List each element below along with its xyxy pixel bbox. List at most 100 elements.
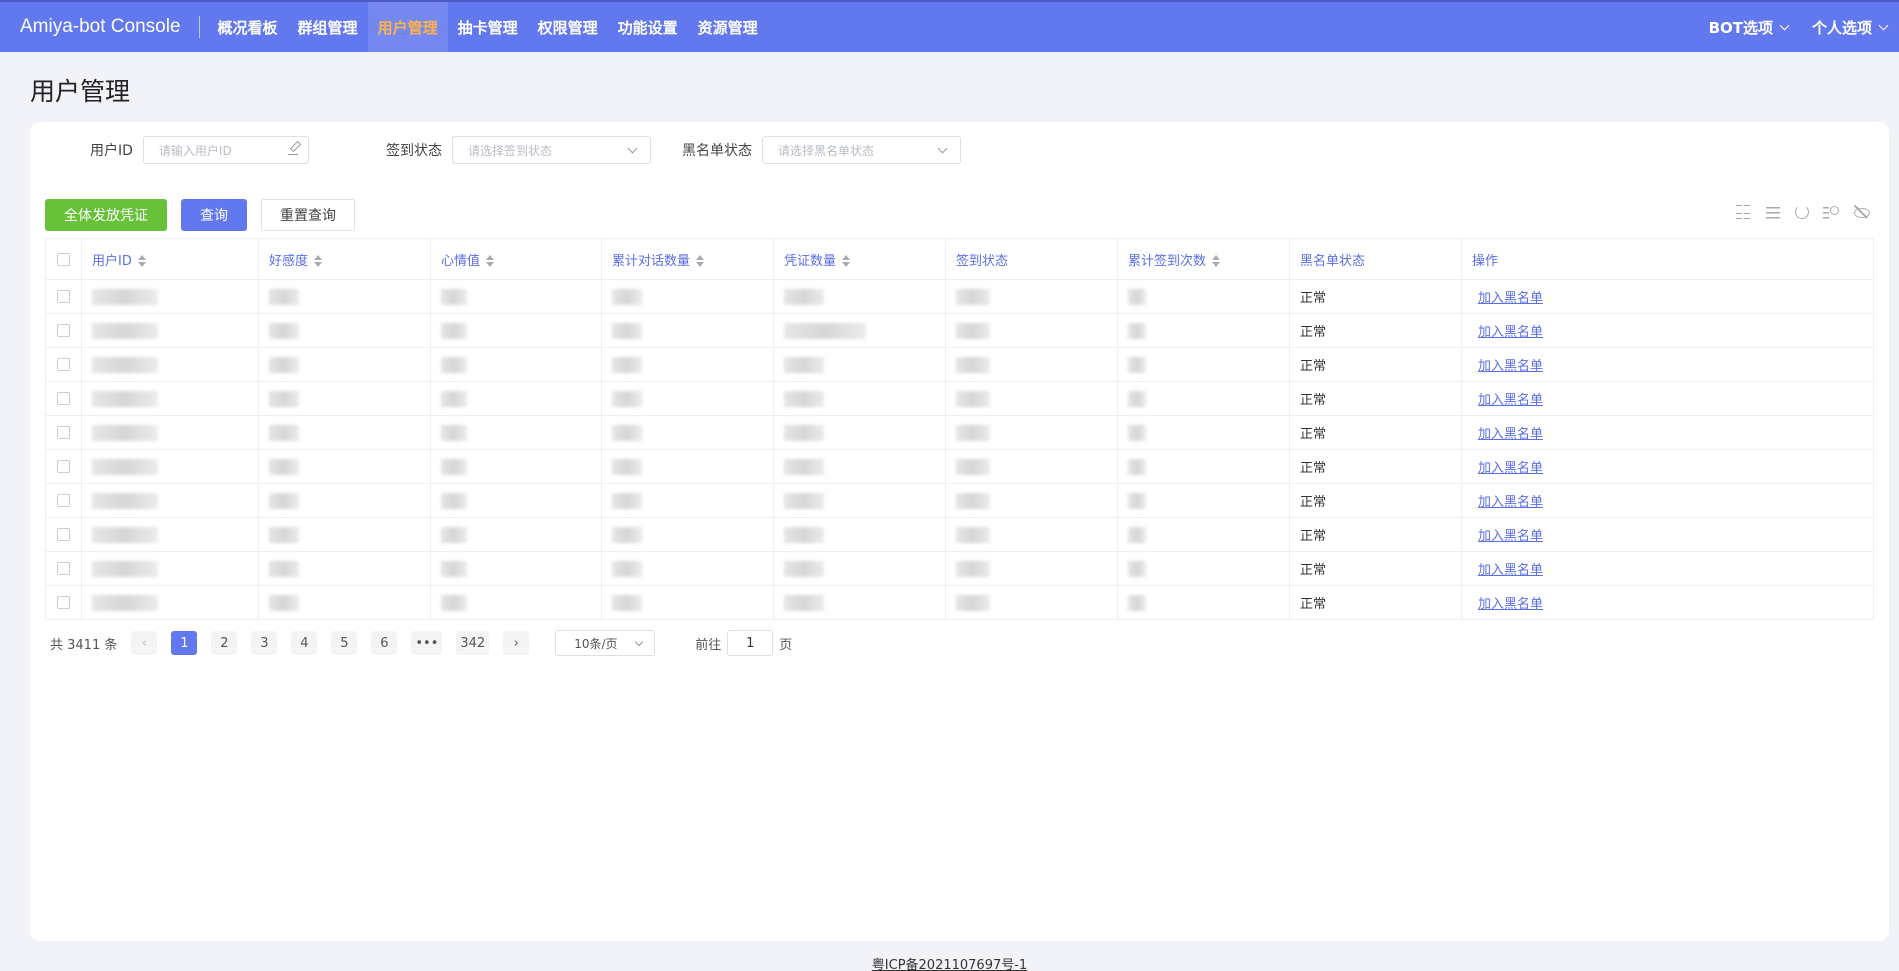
sort-icon[interactable]: [1212, 255, 1221, 267]
user-id-input[interactable]: 请输入用户ID: [142, 136, 309, 164]
nav-item-5[interactable]: 功能设置: [608, 2, 688, 52]
refresh-icon[interactable]: [1795, 205, 1809, 219]
hide-columns-icon[interactable]: [1853, 204, 1870, 220]
redacted-cell: [258, 517, 431, 552]
redacted-cell: [258, 449, 431, 484]
page-button[interactable]: 4: [291, 631, 318, 655]
nav-item-0[interactable]: 概况看板: [208, 2, 288, 52]
row-checkbox[interactable]: [57, 392, 70, 405]
row-checkbox[interactable]: [57, 460, 70, 473]
col-voucher-count[interactable]: 凭证数量: [773, 238, 946, 280]
sign-status-select[interactable]: 请选择签到状态: [452, 136, 651, 164]
add-to-blacklist-link[interactable]: 加入黑名单: [1478, 291, 1543, 306]
redacted-value: [441, 356, 467, 373]
personal-options-label: 个人选项: [1811, 18, 1872, 37]
blacklist-status-select[interactable]: 请选择黑名单状态: [762, 136, 961, 164]
row-checkbox[interactable]: [57, 528, 70, 541]
page-size-select[interactable]: 10条/页: [555, 630, 656, 656]
add-to-blacklist-link[interactable]: 加入黑名单: [1478, 563, 1543, 578]
redacted-cell: [430, 347, 602, 382]
col-sign-times[interactable]: 累计签到次数: [1117, 238, 1290, 280]
page-button[interactable]: 6: [371, 631, 398, 655]
redacted-cell: [773, 517, 946, 552]
brand-title[interactable]: Amiya-bot Console: [0, 16, 199, 38]
redacted-cell: [601, 381, 774, 416]
row-checkbox[interactable]: [57, 562, 70, 575]
nav-item-3[interactable]: 抽卡管理: [448, 2, 528, 52]
redacted-value: [784, 322, 866, 339]
sort-icon[interactable]: [486, 255, 495, 267]
row-checkbox[interactable]: [57, 596, 70, 609]
redacted-value: [612, 390, 642, 407]
sort-icon[interactable]: [314, 255, 323, 267]
redacted-cell: [81, 279, 259, 314]
redacted-value: [956, 322, 990, 339]
page-button[interactable]: 3: [251, 631, 278, 655]
redacted-value: [441, 424, 467, 441]
redacted-value: [441, 390, 467, 407]
col-sign-status: 签到状态: [945, 238, 1118, 280]
grant-all-voucher-button[interactable]: 全体发放凭证: [45, 199, 167, 231]
col-mood[interactable]: 心情值: [430, 238, 602, 280]
col-user-id[interactable]: 用户ID: [81, 238, 259, 280]
blacklist-status-cell: 正常: [1289, 313, 1462, 348]
page-button[interactable]: 1: [171, 631, 198, 655]
sort-icon[interactable]: [696, 255, 705, 267]
next-page-button[interactable]: ›: [503, 631, 530, 655]
add-to-blacklist-link[interactable]: 加入黑名单: [1478, 427, 1543, 442]
redacted-cell: [258, 551, 431, 586]
grid-view-icon[interactable]: [1735, 204, 1751, 220]
row-checkbox[interactable]: [57, 358, 70, 371]
icp-link[interactable]: 粤ICP备2021107697号-1: [872, 958, 1027, 971]
goto-page-input[interactable]: [727, 630, 774, 656]
redacted-cell: [773, 449, 946, 484]
row-select-cell: [45, 517, 82, 552]
filter-search-icon[interactable]: [1823, 204, 1839, 220]
redacted-cell: [430, 551, 602, 586]
more-pages-button[interactable]: •••: [411, 631, 443, 655]
add-to-blacklist-link[interactable]: 加入黑名单: [1478, 495, 1543, 510]
personal-options-dropdown[interactable]: 个人选项: [1800, 2, 1899, 52]
row-checkbox[interactable]: [57, 494, 70, 507]
redacted-cell: [430, 483, 602, 518]
table-row: 正常 加入黑名单: [45, 381, 1874, 416]
action-cell: 加入黑名单: [1461, 585, 1874, 620]
add-to-blacklist-link[interactable]: 加入黑名单: [1478, 359, 1543, 374]
redacted-value: [92, 458, 158, 475]
add-to-blacklist-link[interactable]: 加入黑名单: [1478, 529, 1543, 544]
sort-icon[interactable]: [842, 255, 851, 267]
row-checkbox[interactable]: [57, 426, 70, 439]
prev-page-button[interactable]: ‹: [131, 631, 158, 655]
table-row: 正常 加入黑名单: [45, 551, 1874, 586]
redacted-cell: [945, 313, 1118, 348]
nav-item-1[interactable]: 群组管理: [288, 2, 368, 52]
select-all-checkbox[interactable]: [57, 252, 70, 266]
reset-query-button[interactable]: 重置查询: [261, 199, 355, 231]
redacted-cell: [430, 279, 602, 314]
page-button[interactable]: 342: [456, 631, 490, 655]
redacted-value: [1128, 356, 1146, 373]
nav-item-6[interactable]: 资源管理: [688, 2, 768, 52]
nav-item-2[interactable]: 用户管理: [367, 2, 448, 52]
col-favor[interactable]: 好感度: [258, 238, 431, 280]
add-to-blacklist-link[interactable]: 加入黑名单: [1478, 325, 1543, 340]
list-view-icon[interactable]: [1765, 204, 1781, 220]
redacted-value: [1128, 322, 1146, 339]
query-button[interactable]: 查询: [181, 199, 247, 231]
bot-options-dropdown[interactable]: BOT选项: [1697, 2, 1800, 52]
pagination: 共 3411 条 ‹ 123456 ••• 342 › 10条/页 前往 页: [50, 630, 792, 656]
sort-icon[interactable]: [137, 255, 146, 267]
redacted-value: [612, 560, 642, 577]
page-button[interactable]: 5: [331, 631, 358, 655]
redacted-cell: [430, 313, 602, 348]
add-to-blacklist-link[interactable]: 加入黑名单: [1478, 461, 1543, 476]
redacted-value: [92, 390, 158, 407]
redacted-value: [784, 526, 824, 543]
add-to-blacklist-link[interactable]: 加入黑名单: [1478, 393, 1543, 408]
page-button[interactable]: 2: [211, 631, 238, 655]
add-to-blacklist-link[interactable]: 加入黑名单: [1478, 597, 1543, 612]
row-checkbox[interactable]: [57, 324, 70, 337]
row-checkbox[interactable]: [57, 290, 70, 303]
nav-item-4[interactable]: 权限管理: [528, 2, 608, 52]
col-message-count[interactable]: 累计对话数量: [601, 238, 774, 280]
